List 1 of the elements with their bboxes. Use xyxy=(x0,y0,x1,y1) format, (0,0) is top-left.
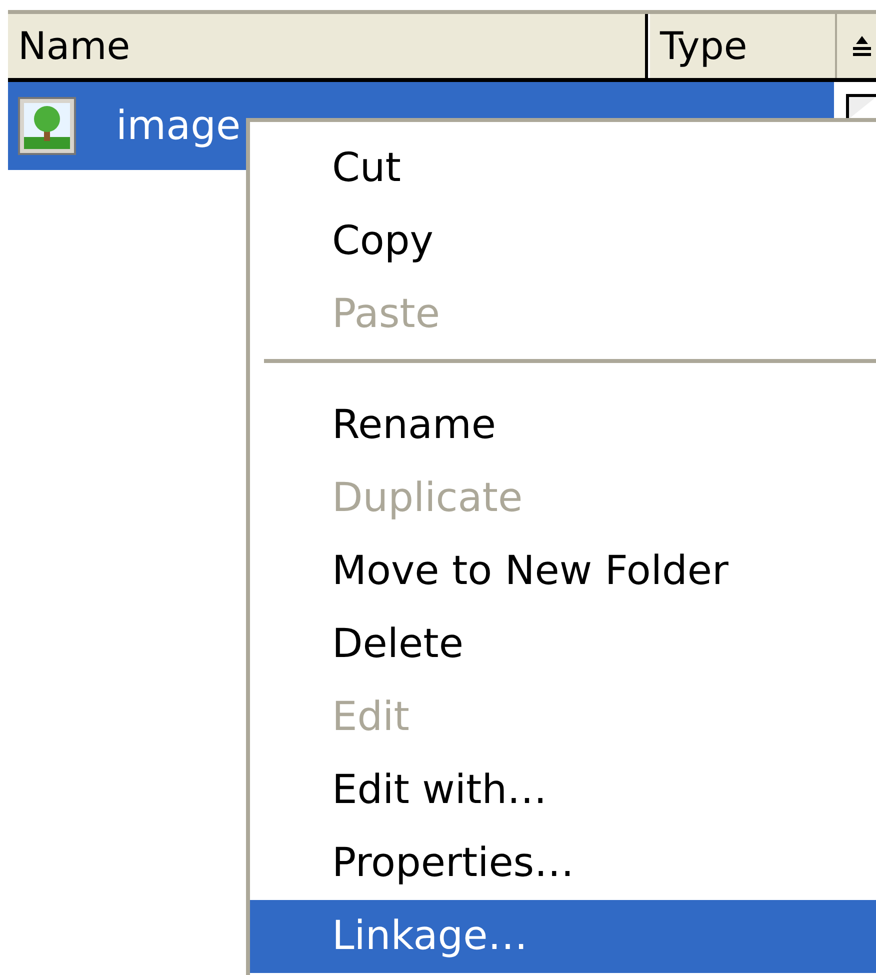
item-name: image xyxy=(116,103,241,149)
